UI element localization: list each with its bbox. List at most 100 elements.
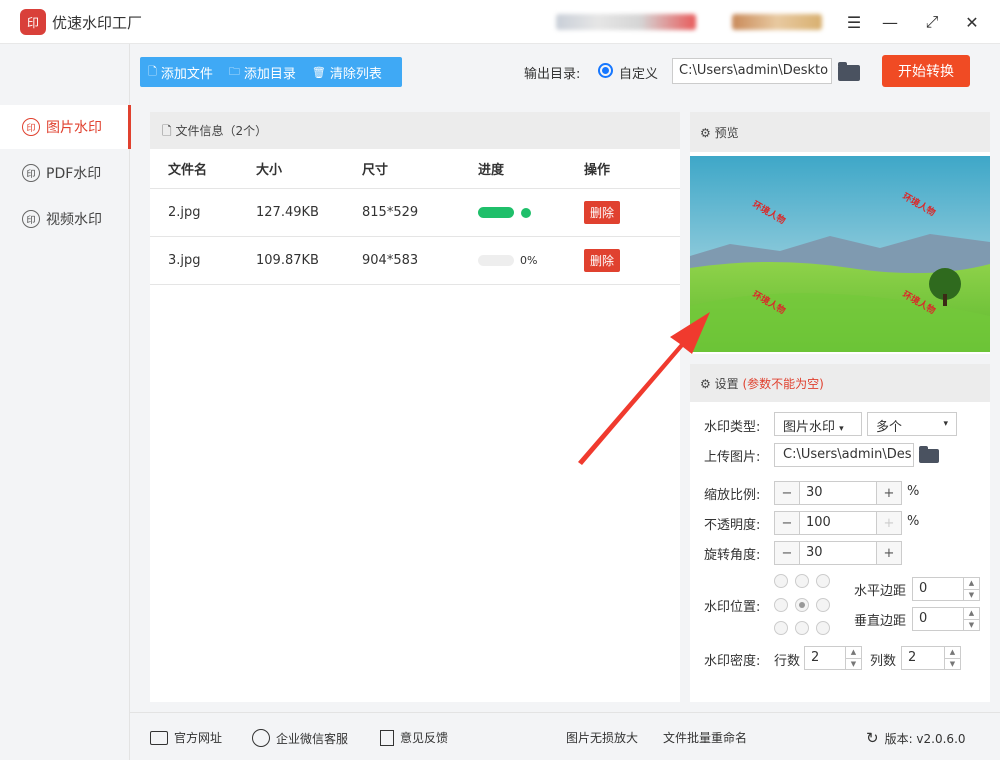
- website-link[interactable]: 官方网址: [150, 729, 222, 746]
- output-path-field[interactable]: C:\Users\admin\Deskto: [672, 58, 832, 84]
- watermark-type-select[interactable]: 图片水印 ▾: [774, 412, 862, 436]
- chevron-down-icon[interactable]: ▼: [964, 620, 979, 631]
- delete-button[interactable]: 删除: [584, 249, 621, 272]
- document-icon: 🗋: [162, 124, 172, 138]
- vertical-margin-label: 垂直边距: [854, 614, 907, 629]
- upload-image-path-field[interactable]: C:\Users\admin\Des: [774, 443, 914, 467]
- action-cell: 删除: [584, 249, 674, 272]
- lossless-upscale-link[interactable]: 图片无损放大: [566, 729, 638, 746]
- progress-bar: [478, 255, 514, 266]
- chevron-down-icon[interactable]: ▼: [945, 659, 960, 670]
- progress-cell: [478, 205, 584, 220]
- chevron-up-icon[interactable]: ▲: [964, 608, 979, 620]
- opacity-percent-sign: %: [907, 514, 920, 529]
- file-size: 109.87KB: [256, 253, 319, 268]
- chevron-down-icon[interactable]: ▼: [846, 659, 861, 670]
- column-header-progress: 进度: [478, 163, 505, 178]
- position-top-left[interactable]: [774, 574, 788, 588]
- position-label: 水印位置:: [704, 600, 761, 615]
- sidebar-item-pdf-watermark[interactable]: 印 PDF水印: [0, 151, 130, 195]
- horizontal-margin-spinner[interactable]: 0 ▲ ▼: [912, 577, 980, 601]
- sidebar-item-video-watermark[interactable]: 印 视频水印: [0, 197, 130, 241]
- watermark-icon: 印: [22, 118, 40, 136]
- add-directory-button[interactable]: 🗀 添加目录: [221, 63, 304, 82]
- action-cell: 删除: [584, 201, 674, 224]
- increment-button[interactable]: +: [877, 482, 901, 504]
- output-dir-label: 输出目录:: [524, 67, 581, 82]
- column-header-name: 文件名: [168, 163, 208, 178]
- scale-stepper[interactable]: −30 +: [774, 481, 902, 505]
- file-info-header: 🗋 文件信息（2个）: [150, 112, 680, 149]
- minimize-button[interactable]: —: [878, 10, 902, 34]
- file-toolbar: 🗋 添加文件 🗀 添加目录 🗑 清除列表: [140, 57, 402, 87]
- decrement-button[interactable]: −: [775, 542, 799, 564]
- sidebar-item-label: 图片水印: [46, 120, 102, 136]
- done-check-icon: [521, 207, 531, 218]
- clear-list-button[interactable]: 🗑 清除列表: [304, 63, 390, 82]
- increment-button[interactable]: +: [877, 512, 901, 534]
- watermark-icon: 印: [22, 210, 40, 228]
- feedback-link[interactable]: 意见反馈: [380, 729, 448, 746]
- custom-output-radio[interactable]: [598, 63, 613, 78]
- decrement-button[interactable]: −: [775, 482, 799, 504]
- columns-spinner[interactable]: 2 ▲ ▼: [901, 646, 961, 670]
- columns-label: 列数: [870, 654, 897, 669]
- position-middle-left[interactable]: [774, 598, 788, 612]
- chat-icon: [252, 729, 270, 747]
- sidebar-item-label: PDF水印: [46, 166, 102, 182]
- redacted-user-info: [732, 14, 822, 30]
- column-header-dimensions: 尺寸: [362, 163, 389, 178]
- file-dimensions: 815*529: [362, 205, 419, 220]
- upload-image-label: 上传图片:: [704, 450, 761, 465]
- position-center[interactable]: [795, 598, 809, 612]
- version-info[interactable]: ↻ 版本: v2.0.6.0: [866, 729, 966, 747]
- sidebar-item-label: 视频水印: [46, 212, 102, 228]
- rows-spinner[interactable]: 2 ▲ ▼: [804, 646, 862, 670]
- feedback-icon: [380, 729, 394, 746]
- start-convert-button[interactable]: 开始转换: [882, 55, 970, 87]
- landscape-preview-image: 环境人物 环境人物 环境人物 环境人物: [690, 156, 990, 352]
- website-icon: [150, 730, 168, 745]
- density-label: 水印密度:: [704, 654, 761, 669]
- maximize-button[interactable]: ⤢: [920, 10, 944, 34]
- preview-image: 环境人物 环境人物 环境人物 环境人物: [690, 156, 990, 352]
- rotation-stepper[interactable]: −30 +: [774, 541, 902, 565]
- watermark-count-select[interactable]: 多个 ▾: [867, 412, 957, 436]
- custom-output-label: 自定义: [619, 67, 659, 82]
- position-top-center[interactable]: [795, 574, 809, 588]
- position-bottom-center[interactable]: [795, 621, 809, 635]
- position-bottom-left[interactable]: [774, 621, 788, 635]
- decrement-button[interactable]: −: [775, 512, 799, 534]
- position-bottom-right[interactable]: [816, 621, 830, 635]
- scale-label: 缩放比例:: [704, 488, 761, 503]
- chevron-down-icon[interactable]: ▼: [964, 590, 979, 601]
- progress-percent: 0%: [520, 254, 538, 267]
- vertical-margin-spinner[interactable]: 0 ▲ ▼: [912, 607, 980, 631]
- progress-cell: 0%: [478, 253, 584, 268]
- close-button[interactable]: ✕: [960, 10, 984, 34]
- table-row[interactable]: 2.jpg 127.49KB 815*529 删除: [150, 189, 680, 237]
- settings-panel: ⚙ 设置 (参数不能为空) 水印类型: 图片水印 ▾ 多个 ▾ 上传图片: C:…: [690, 364, 990, 702]
- gear-icon: ⚙: [700, 126, 711, 140]
- opacity-stepper[interactable]: −100 +: [774, 511, 902, 535]
- wechat-support-link[interactable]: 企业微信客服: [252, 729, 348, 747]
- browse-image-folder-icon[interactable]: [919, 446, 939, 463]
- refresh-icon: ↻: [866, 729, 879, 747]
- chevron-up-icon[interactable]: ▲: [945, 647, 960, 659]
- delete-button[interactable]: 删除: [584, 201, 621, 224]
- file-name: 3.jpg: [168, 253, 201, 268]
- browse-output-folder-icon[interactable]: [838, 62, 860, 81]
- chevron-up-icon[interactable]: ▲: [846, 647, 861, 659]
- position-middle-right[interactable]: [816, 598, 830, 612]
- chevron-up-icon[interactable]: ▲: [964, 578, 979, 590]
- increment-button[interactable]: +: [877, 542, 901, 564]
- sidebar-item-image-watermark[interactable]: 印 图片水印: [0, 105, 131, 149]
- menu-icon[interactable]: ☰: [842, 10, 866, 34]
- footer-bar: 官方网址 企业微信客服 意见反馈 图片无损放大 文件批量重命名 ↻ 版本: v2.…: [130, 712, 1000, 760]
- rotation-label: 旋转角度:: [704, 548, 761, 563]
- table-row[interactable]: 3.jpg 109.87KB 904*583 0% 删除: [150, 237, 680, 285]
- chevron-down-icon: ▾: [943, 419, 948, 429]
- batch-rename-link[interactable]: 文件批量重命名: [663, 729, 747, 746]
- add-file-button[interactable]: 🗋 添加文件: [140, 63, 221, 82]
- position-top-right[interactable]: [816, 574, 830, 588]
